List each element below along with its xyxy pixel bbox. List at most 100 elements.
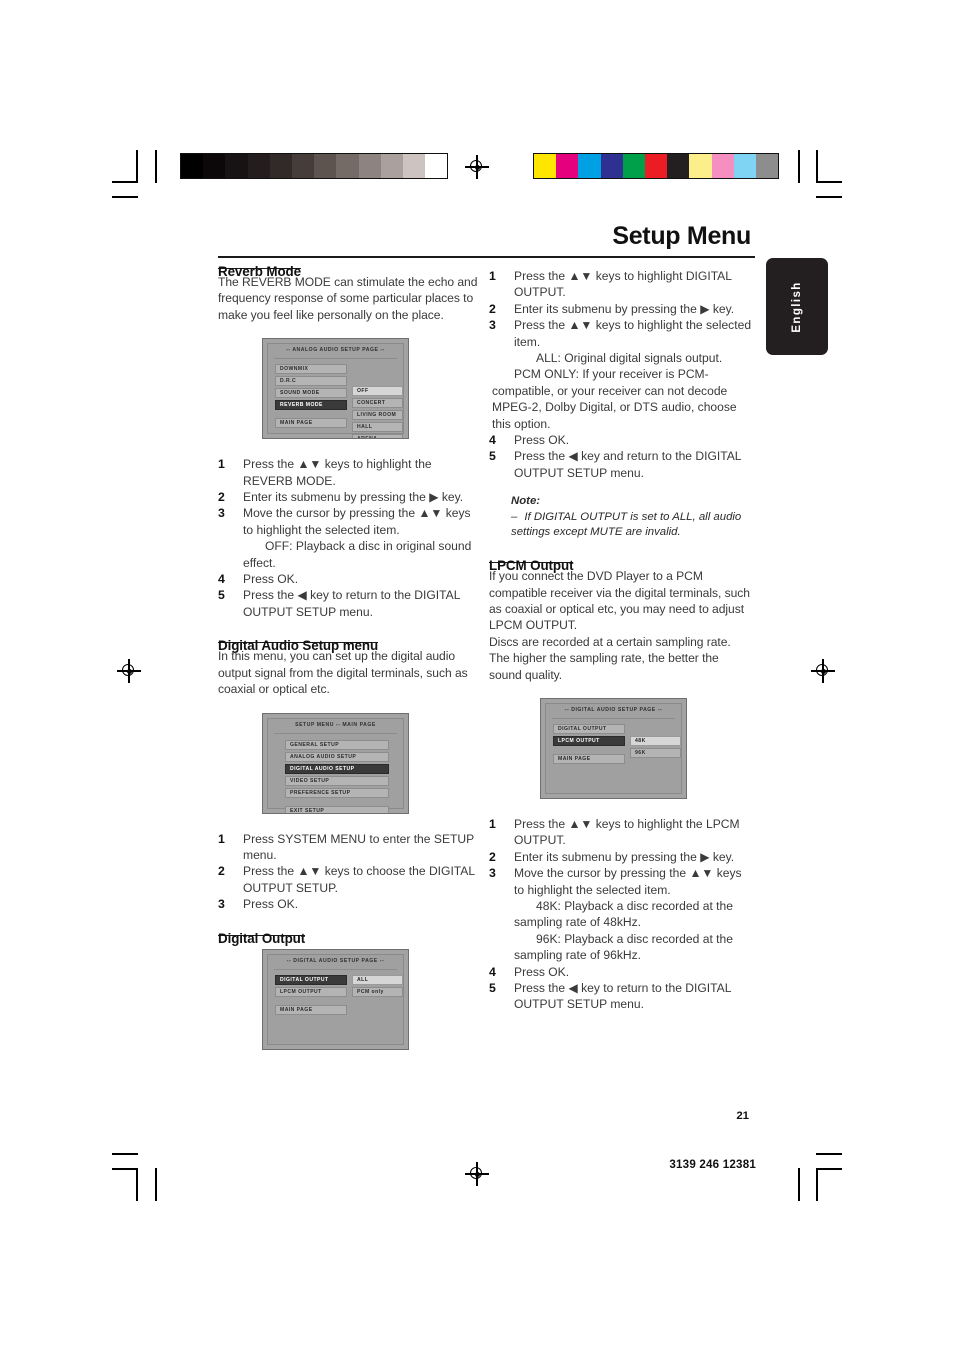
grayscale-swatch-5: [291, 154, 315, 178]
step-item: 1 Press the ▲▼ keys to highlight the REV…: [218, 456, 483, 489]
step-text: Press the ◀ key to return to the DIGITAL…: [243, 588, 460, 619]
osd-submenu-item-96k[interactable]: 96K: [630, 748, 681, 759]
note-text: If DIGITAL OUTPUT is set to ALL, all aud…: [511, 510, 742, 538]
lpcm-output-intro-2: Discs are recorded at a certain sampling…: [489, 634, 731, 682]
osd-menu-item-general-setup[interactable]: GENERAL SETUP: [285, 739, 389, 750]
reverb-mode-intro: The REVERB MODE can stimulate the echo a…: [218, 275, 478, 322]
step-text: Press the ▲▼ keys to highlight DIGITAL O…: [514, 269, 732, 300]
step-text: Move the cursor by pressing the ▲▼ keys …: [243, 506, 471, 537]
reverb-mode-heading: Reverb Mode: [218, 264, 301, 279]
color-swatch-10: [755, 154, 779, 178]
osd-submenu-item-off[interactable]: OFF: [352, 386, 403, 397]
osd-submenu-item-pcm-only[interactable]: PCM only: [352, 986, 403, 997]
color-calibration-bar: [533, 153, 780, 179]
digital-output-heading: Digital Output: [218, 930, 306, 946]
step-number: 1: [489, 269, 496, 283]
crop-mark-top-right-bleed-horizontal: [816, 196, 842, 198]
color-swatch-6: [667, 154, 690, 178]
step-item: 4 Press OK.: [218, 571, 483, 587]
step-text: Press SYSTEM MENU to enter the SETUP men…: [243, 831, 474, 862]
step-number: 4: [489, 964, 496, 979]
crop-mark-bottom-left-vertical: [136, 1168, 138, 1201]
step-item: 2 Press the ▲▼ keys to choose the DIGITA…: [218, 863, 483, 896]
grayscale-swatch-6: [314, 154, 337, 178]
lpcm-output-heading: LPCM Output: [489, 558, 574, 574]
lpcm-output-intro-1: If you connect the DVD Player to a PCM c…: [489, 569, 750, 633]
crop-mark-bottom-right-vertical: [816, 1168, 818, 1201]
grayscale-swatch-1: [203, 154, 226, 178]
crop-mark-bottom-right-bleed-vertical: [798, 1168, 800, 1201]
step-text: Move the cursor by pressing the ▲▼ keys …: [514, 866, 742, 897]
step-item: 5 Press the ◀ key to return to the DIGIT…: [218, 587, 483, 620]
title-divider: [218, 256, 755, 258]
language-tab-label: English: [791, 280, 803, 333]
osd-menu-item-preference-setup[interactable]: PREFERENCE SETUP: [285, 787, 389, 798]
step-item: 1 Press SYSTEM MENU to enter the SETUP m…: [218, 831, 483, 864]
step-text: Enter its submenu by pressing the ▶ key.: [514, 849, 735, 864]
digital-audio-setup-heading: Digital Audio Setup menu: [218, 638, 379, 654]
step-subnote: 96K: Playback a disc recorded at the sam…: [514, 931, 733, 963]
page-title: Setup Menu: [612, 222, 751, 250]
step-item: 5 Press the ◀ key and return to the DIGI…: [489, 448, 754, 481]
osd-menu-item-digital-audio-setup[interactable]: DIGITAL AUDIO SETUP: [285, 763, 389, 774]
crop-mark-top-left-vertical: [136, 150, 138, 183]
osd-submenu-item-concert[interactable]: CONCERT: [352, 398, 403, 409]
osd-menu-item-analog-audio-setup[interactable]: ANALOG AUDIO SETUP: [285, 751, 389, 762]
reverb-mode-steps: 1 Press the ▲▼ keys to highlight the REV…: [218, 456, 483, 620]
color-swatch-9: [733, 154, 756, 178]
osd-menu-item-exit-setup[interactable]: EXIT SETUP: [285, 805, 389, 813]
crop-mark-top-left-bleed-horizontal: [112, 196, 138, 198]
step-item: 3 Move the cursor by pressing the ▲▼ key…: [218, 505, 483, 571]
osd-menu-item-lpcm-output[interactable]: LPCM OUTPUT: [553, 736, 625, 747]
osd-menu-item-digital-output[interactable]: DIGITAL OUTPUT: [275, 974, 347, 985]
osd-menu-item-main-page[interactable]: MAIN PAGE: [553, 754, 625, 765]
osd-submenu-item-48k[interactable]: 48K: [630, 736, 681, 747]
step-number: 3: [218, 897, 225, 912]
osd-menu-item-lpcm-output[interactable]: LPCM OUTPUT: [275, 986, 347, 997]
grayscale-swatch-10: [402, 154, 426, 178]
lpcm-output-section: LPCM Output: [489, 558, 754, 574]
osd-menu-item-digital-output[interactable]: DIGITAL OUTPUT: [553, 724, 625, 735]
step-number: 1: [218, 831, 225, 846]
crop-mark-bottom-left-horizontal: [112, 1168, 138, 1170]
osd-title-divider: [274, 968, 397, 970]
step-text: Press the ◀ key to return to the DIGITAL…: [514, 981, 731, 1012]
osd-submenu-item-hall[interactable]: HALL: [352, 422, 403, 433]
osd-menu-item-main-page[interactable]: MAIN PAGE: [275, 1004, 347, 1015]
osd-menu-list: DIGITAL OUTPUT LPCM OUTPUT MAIN PAGE: [275, 974, 347, 1017]
color-swatch-5: [644, 154, 668, 178]
note-heading: Note:: [511, 495, 541, 508]
osd-menu-item-downmix[interactable]: DOWNMIX: [275, 364, 347, 375]
osd-menu-item-main-page[interactable]: MAIN PAGE: [275, 418, 347, 429]
osd-submenu-item-all[interactable]: ALL: [352, 974, 403, 985]
manual-page: Setup Menu English Reverb Mode The REVER…: [0, 0, 954, 1351]
step-text: Press OK.: [243, 897, 299, 912]
step-text: Press the ▲▼ keys to highlight the REVER…: [243, 457, 432, 488]
step-text: Press OK.: [243, 572, 299, 587]
digital-audio-setup-steps: 1 Press SYSTEM MENU to enter the SETUP m…: [218, 831, 483, 913]
color-swatch-1: [556, 154, 579, 178]
step-item: 1 Press the ▲▼ keys to highlight the LPC…: [489, 816, 754, 849]
step-item: 3 Press OK.: [218, 896, 483, 912]
step-number: 4: [489, 433, 496, 448]
language-tab: English: [766, 258, 828, 355]
osd-submenu-item-arena[interactable]: ARENA: [352, 434, 403, 439]
registration-mark-right: [811, 659, 835, 683]
page-number: 21: [736, 1110, 749, 1122]
left-column: Reverb Mode The REVERB MODE can stimulat…: [218, 264, 483, 1050]
osd-menu-item-drc[interactable]: D.R.C: [275, 376, 347, 387]
step-subnote: ALL: Original digital signals output.: [536, 351, 723, 366]
osd-menu-item-sound-mode[interactable]: SOUND MODE: [275, 388, 347, 399]
digital-audio-setup-intro: In this menu, you can set up the digital…: [218, 649, 468, 697]
step-subnote: PCM ONLY: If your receiver is PCM-compat…: [492, 367, 737, 431]
lpcm-output-steps: 1 Press the ▲▼ keys to highlight the LPC…: [489, 816, 754, 1013]
osd-menu-item-reverb-mode[interactable]: REVERB MODE: [275, 400, 347, 411]
osd-screen-inner: SETUP MENU -- MAIN PAGE GENERAL SETUP AN…: [267, 717, 404, 813]
osd-menu-item-video-setup[interactable]: VIDEO SETUP: [285, 775, 389, 786]
grayscale-swatch-0: [181, 154, 204, 178]
crop-mark-top-right-horizontal: [816, 181, 842, 183]
osd-submenu-item-living-room[interactable]: LIVING ROOM: [352, 410, 403, 421]
step-item: 2 Enter its submenu by pressing the ▶ ke…: [489, 301, 754, 317]
grayscale-swatch-8: [358, 154, 381, 178]
osd-submenu-reverb-options: OFF CONCERT LIVING ROOM HALL ARENA CHURC…: [352, 386, 403, 439]
